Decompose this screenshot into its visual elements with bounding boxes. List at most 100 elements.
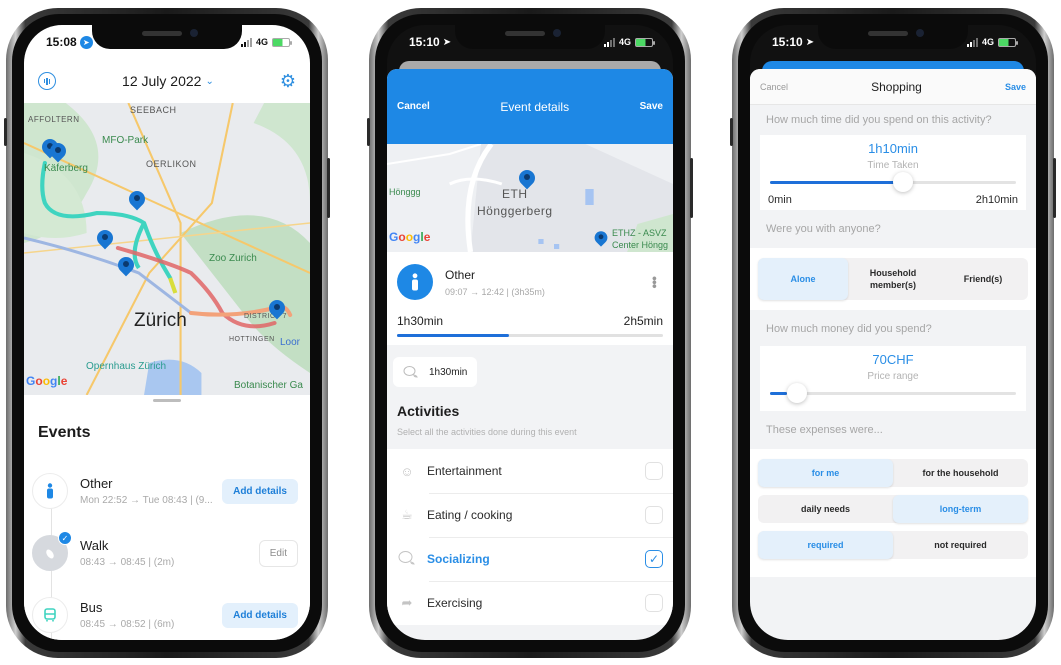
event-details-modal: Cancel Event details Save Hönggg ETH Hön… <box>387 69 673 640</box>
location-map[interactable]: Hönggg ETH Hönggerberg ETHZ - ASVZ Cente… <box>387 144 673 252</box>
map-pin-icon[interactable] <box>519 170 535 192</box>
map-pin-icon[interactable] <box>50 143 66 165</box>
notch <box>92 25 242 49</box>
google-attribution: Google <box>26 374 68 388</box>
option-household[interactable]: Household member(s) <box>848 258 938 300</box>
activity-checkbox[interactable] <box>645 506 663 524</box>
phone-timeline: 15:08 ➤ 4G 12 July 2022 ⌄ ⚙ SEEBACH AFFO… <box>4 8 330 658</box>
cancel-button[interactable]: Cancel <box>397 101 430 112</box>
add-details-button[interactable]: Add details <box>222 478 298 504</box>
nav-bar: Cancel Event details Save <box>387 69 673 144</box>
activity-checkbox[interactable] <box>645 594 663 612</box>
google-attribution: Google <box>389 230 431 244</box>
time-question: How much time did you spend on this acti… <box>766 114 992 126</box>
map-pin-icon[interactable] <box>269 300 285 322</box>
activity-detail-modal: Cancel Shopping Save How much time did y… <box>750 69 1036 640</box>
company-options: Alone Household member(s) Friend(s) <box>750 247 1036 310</box>
more-options-icon[interactable]: ••• <box>647 276 663 288</box>
bar-chart-icon[interactable] <box>38 72 56 90</box>
date-label: 12 July 2022 <box>122 73 202 89</box>
money-slider-thumb[interactable] <box>787 382 808 403</box>
duration-end: 2h5min <box>623 314 663 328</box>
edit-button[interactable]: Edit <box>258 539 298 567</box>
activity-checkbox[interactable] <box>645 462 663 480</box>
date-picker[interactable]: 12 July 2022 ⌄ <box>122 73 214 89</box>
activity-row[interactable]: Socializing ✓ <box>387 537 673 581</box>
event-list: Other Mon 22:52 → Tue 08:43 | (9... Add … <box>24 460 310 640</box>
time-slider[interactable] <box>770 171 1016 192</box>
notch <box>818 25 968 49</box>
theater-masks-icon: ☺ <box>400 463 414 479</box>
save-button[interactable]: Save <box>1005 82 1026 92</box>
expense-segment: daily needs long-term <box>758 494 1028 523</box>
map-label: Hönggerberg <box>477 204 553 218</box>
running-icon: ➦ <box>401 595 413 610</box>
option-alone[interactable]: Alone <box>758 257 848 300</box>
person-icon <box>32 473 68 509</box>
signal-icon <box>966 37 978 47</box>
company-question: Were you with anyone? <box>766 222 881 235</box>
gear-icon[interactable]: ⚙ <box>280 72 296 90</box>
option-not-required[interactable]: not required <box>893 531 1028 559</box>
activity-label: Eating / cooking <box>427 508 513 522</box>
add-details-button[interactable]: Add details <box>222 602 298 628</box>
expenses-question: These expenses were... <box>766 423 883 436</box>
walk-icon: ✓ <box>32 531 72 571</box>
option-household-label: Household member(s) <box>869 267 917 290</box>
expense-segment: required not required <box>758 530 1028 559</box>
event-time: 08:45 → 08:52 | (6m) <box>80 619 175 630</box>
money-value: 70CHF <box>872 351 914 367</box>
battery-icon <box>272 37 292 47</box>
option-friends[interactable]: Friend(s) <box>938 258 1028 300</box>
map-label: SEEBACH <box>130 105 177 115</box>
screen: 15:10 ➤ 4G Cancel Shopping Save How much… <box>750 25 1036 640</box>
map-label: Zürich <box>134 310 187 331</box>
poi-pin-icon[interactable] <box>595 231 608 249</box>
event-name: Other <box>445 267 476 282</box>
time-slider-thumb[interactable] <box>892 171 913 192</box>
screen: 15:10 ➤ 4G Cancel Event details Save Hön… <box>387 25 673 640</box>
nav-bar: Cancel Shopping Save <box>750 69 1036 105</box>
map-label: AFFOLTERN <box>28 115 80 124</box>
nav-title: Event details <box>500 99 570 114</box>
event-time: Mon 22:52 → Tue 08:43 | (9... <box>80 495 213 506</box>
activity-row[interactable]: ☺ Entertainment <box>387 449 673 493</box>
option-for-me[interactable]: for me <box>758 458 893 487</box>
option-daily-needs[interactable]: daily needs <box>758 495 893 523</box>
map-pin-icon[interactable] <box>129 191 145 213</box>
map-pin-icon[interactable] <box>97 230 113 252</box>
money-caption: Price range <box>867 370 919 382</box>
event-row[interactable]: Bus 08:45 → 08:52 | (6m) Add details <box>24 584 310 640</box>
phone-shopping: 15:10 ➤ 4G Cancel Shopping Save How much… <box>730 8 1056 658</box>
option-for-household[interactable]: for the household <box>893 459 1028 487</box>
time-slider-card: 1h10min Time Taken 0min 2h10min <box>760 134 1026 210</box>
activity-checkbox-checked[interactable]: ✓ <box>645 550 663 568</box>
network-label: 4G <box>981 37 994 47</box>
option-long-term[interactable]: long-term <box>893 494 1028 523</box>
app-header: 12 July 2022 ⌄ ⚙ <box>24 63 310 99</box>
network-label: 4G <box>618 37 631 47</box>
event-name: Walk <box>80 538 109 553</box>
cancel-button[interactable]: Cancel <box>760 82 788 92</box>
money-question: How much money did you spend? <box>766 322 932 335</box>
option-required[interactable]: required <box>758 530 893 559</box>
money-slider[interactable] <box>770 382 1016 403</box>
event-row[interactable]: ✓ Walk 08:43 → 08:45 | (2m) Edit <box>24 522 310 584</box>
save-button[interactable]: Save <box>640 101 663 112</box>
events-sheet: Events Other Mon 22:52 → Tue 08:43 | (9.… <box>24 395 310 640</box>
map-view[interactable]: SEEBACH AFFOLTERN MFO-Park OERLIKON Käfe… <box>24 103 310 395</box>
activities-heading: Activities <box>397 403 460 419</box>
time-slider-fill <box>770 180 903 184</box>
phone-event-details: 15:10 ➤ 4G Cancel Event details Save Hön… <box>367 8 693 658</box>
phone-bezel: 15:10 ➤ 4G Cancel Event details Save Hön… <box>375 14 685 652</box>
map-pin-icon[interactable] <box>118 257 134 279</box>
map-label: ETHZ - ASVZ <box>612 228 667 238</box>
event-row[interactable]: Other Mon 22:52 → Tue 08:43 | (9... Add … <box>24 460 310 522</box>
activity-row[interactable]: ☕ Eating / cooking <box>387 493 673 537</box>
map-label: Loor <box>280 337 301 348</box>
activity-row[interactable]: ➦ Exercising <box>387 581 673 625</box>
map-graphics <box>24 103 310 395</box>
activity-duration-chip[interactable]: 1h30min <box>393 357 478 387</box>
expense-segment: for me for the household <box>758 458 1028 487</box>
location-arrow-icon: ➤ <box>805 36 815 48</box>
